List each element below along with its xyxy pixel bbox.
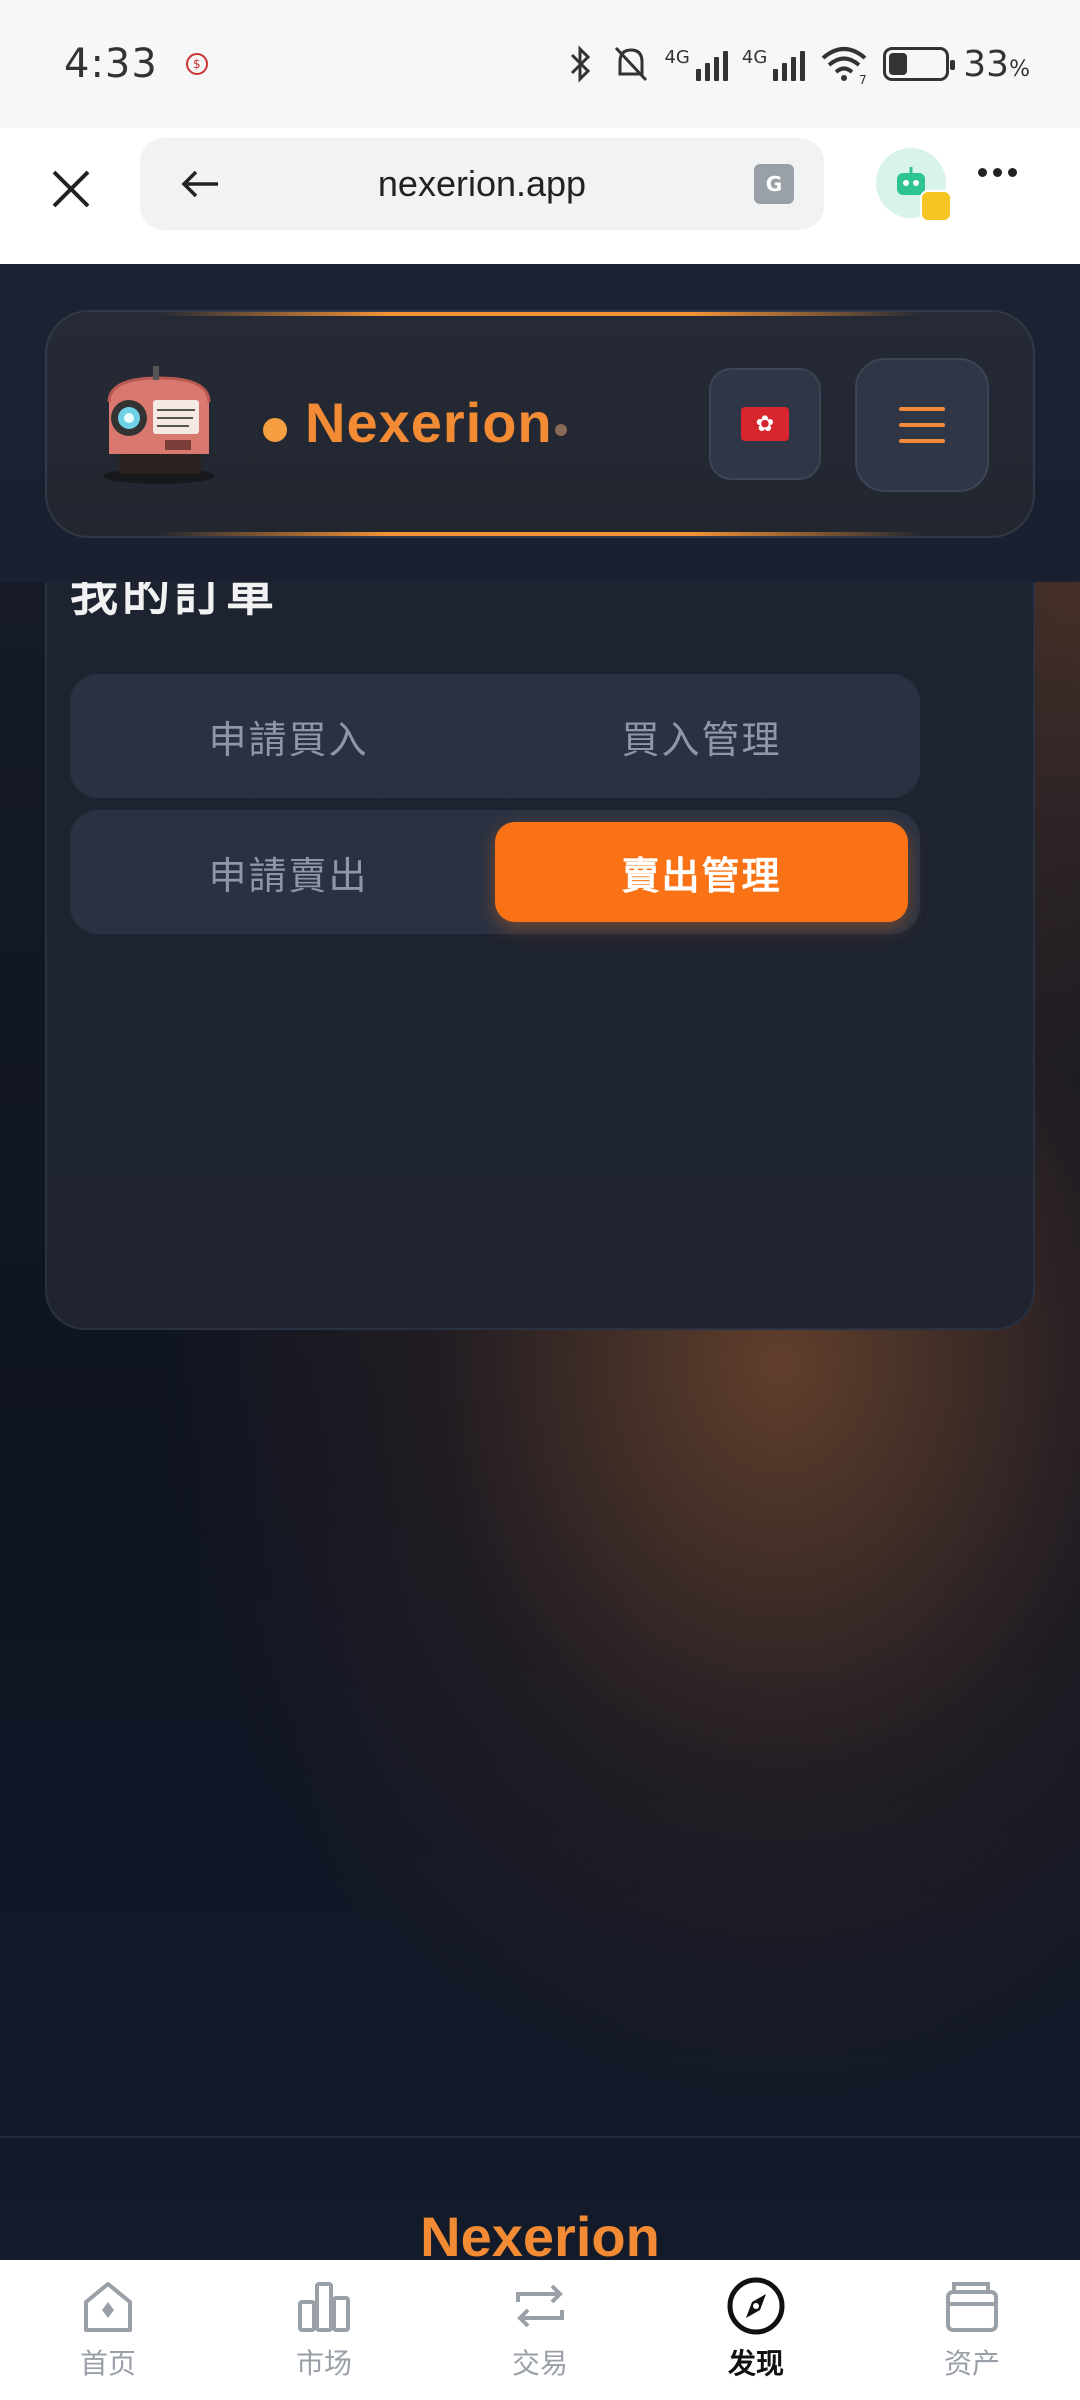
nav-label-assets: 资产 <box>943 2347 1000 2380</box>
apply-sell-button[interactable]: 申請賣出 <box>82 822 495 922</box>
brand-dot-small-icon <box>555 424 567 436</box>
signal-icon-2: 4G <box>741 47 806 81</box>
nav-label-market: 市场 <box>295 2347 352 2380</box>
header-glow-bottom <box>157 532 923 536</box>
nav-item-discover[interactable]: 发现 <box>648 2260 864 2400</box>
nav-label-discover: 发现 <box>727 2347 784 2380</box>
wallet-icon <box>946 2282 998 2332</box>
wifi-badge: 7 <box>859 73 867 84</box>
compass-icon <box>727 2277 785 2335</box>
menu-line <box>899 407 945 411</box>
network-label-2: 4G <box>741 47 768 68</box>
network-label-1: 4G <box>664 47 690 68</box>
apply-buy-button[interactable]: 申請買入 <box>82 686 495 786</box>
robot-assistant-icon[interactable] <box>876 148 952 222</box>
url-text[interactable]: nexerion.app <box>378 163 586 205</box>
bot-badge-icon <box>920 190 952 222</box>
mining-machine-logo-icon[interactable] <box>93 358 223 488</box>
buy-actions-row: 申請買入 買入管理 <box>70 674 920 798</box>
page-content: 我的訂單 申請買入 買入管理 申請賣出 賣出管理 Nexerion ✿ Nexe… <box>0 264 1080 2260</box>
home-icon <box>84 2282 132 2332</box>
nav-item-market[interactable]: 市场 <box>216 2260 432 2400</box>
bluetooth-icon <box>571 45 591 83</box>
more-menu-icon[interactable] <box>978 168 1017 177</box>
swap-icon <box>516 2284 564 2328</box>
notification-icon: $ <box>185 53 208 75</box>
bottom-nav: 首页 市场 交易 发现 资产 <box>0 2260 1080 2400</box>
status-time: 4:33 <box>64 41 158 87</box>
chart-icon <box>298 2282 350 2332</box>
header-glow-top <box>157 312 923 316</box>
brand-dot-icon <box>263 418 287 442</box>
battery-icon <box>883 47 956 81</box>
nav-label-home: 首页 <box>79 2347 136 2380</box>
nav-item-trade[interactable]: 交易 <box>432 2260 648 2400</box>
status-bar: 4:33 $ 4G 4G 7 33% <box>0 0 1080 128</box>
footer-brand: Nexerion <box>420 2205 660 2260</box>
wifi-icon: 7 <box>821 47 867 84</box>
bell-muted-icon <box>615 46 648 82</box>
nav-item-assets[interactable]: 资产 <box>864 2260 1080 2400</box>
browser-toolbar: nexerion.app G <box>0 128 1080 264</box>
sell-actions-row: 申請賣出 賣出管理 <box>70 810 920 934</box>
translate-icon[interactable]: G <box>754 164 794 204</box>
language-selector-button[interactable]: ✿ <box>709 368 821 480</box>
battery-fill <box>889 53 908 75</box>
hong-kong-flag-icon: ✿ <box>741 407 789 441</box>
address-bar[interactable]: nexerion.app G <box>140 138 824 230</box>
menu-line <box>899 423 945 427</box>
status-icons: 4G 4G 7 33% <box>564 44 1030 85</box>
header-card: Nexerion ✿ <box>45 310 1035 538</box>
back-arrow-icon[interactable] <box>180 166 220 202</box>
nav-item-home[interactable]: 首页 <box>0 2260 216 2400</box>
footer-divider <box>0 2136 1080 2138</box>
brand-name[interactable]: Nexerion <box>305 390 553 455</box>
close-icon[interactable] <box>46 164 96 214</box>
nav-label-trade: 交易 <box>511 2347 568 2380</box>
menu-line <box>899 439 945 443</box>
signal-icon-1: 4G <box>664 47 728 81</box>
hamburger-menu-button[interactable] <box>855 358 989 492</box>
sell-management-button[interactable]: 賣出管理 <box>495 822 908 922</box>
buy-management-button[interactable]: 買入管理 <box>495 686 908 786</box>
battery-percent: 33% <box>963 43 1030 85</box>
site-header: Nexerion ✿ <box>0 264 1080 582</box>
